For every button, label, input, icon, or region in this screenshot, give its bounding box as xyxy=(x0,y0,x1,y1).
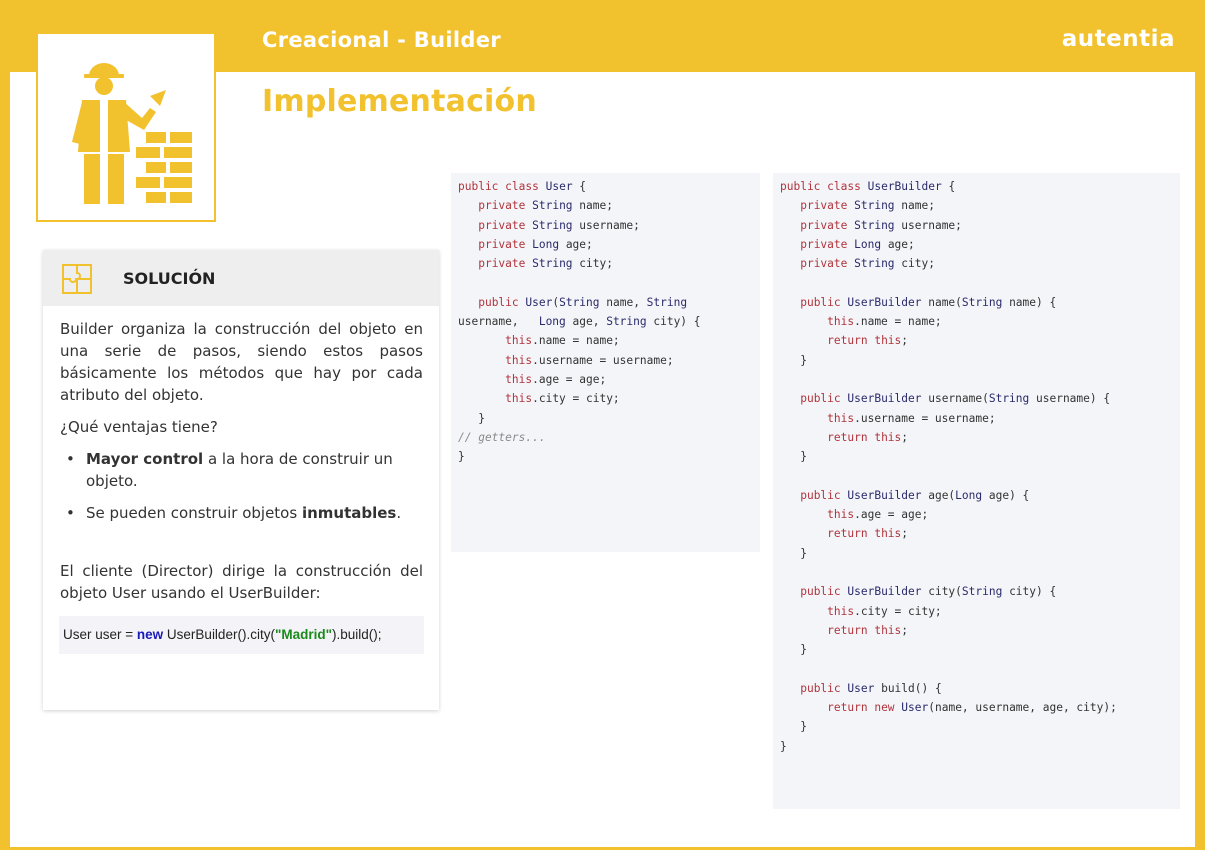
userbuilder-class-code: public class UserBuilder { private Strin… xyxy=(773,173,1180,809)
code-line: private String username; xyxy=(800,218,962,232)
brand-logo: autentia xyxy=(1061,26,1175,52)
code-line: private String city; xyxy=(800,257,935,271)
puzzle-icon xyxy=(62,264,92,294)
code-line: this.username = username; xyxy=(505,353,674,367)
list-item: • Se pueden construir objetos inmutables… xyxy=(60,502,423,524)
code-line: ​ xyxy=(773,466,1180,485)
list-item: • Mayor control a la hora de construir u… xyxy=(60,448,423,492)
code-line: // getters... xyxy=(458,430,546,444)
code-line: public class UserBuilder { xyxy=(780,180,956,193)
code-line: this.username = username; xyxy=(827,411,996,425)
builder-worker-icon xyxy=(36,32,216,222)
director-text: El cliente (Director) dirige la construc… xyxy=(60,562,423,602)
code-line: return this; xyxy=(827,527,909,541)
advantages-question: ¿Qué ventajas tiene? xyxy=(60,418,218,436)
solution-intro: Builder organiza la construcción del obj… xyxy=(60,320,423,404)
code-line: private Long age; xyxy=(800,237,915,251)
bullet-icon: • xyxy=(66,504,75,522)
code-line: public UserBuilder age(Long age) { xyxy=(800,488,1030,502)
code-string: "Madrid" xyxy=(274,627,332,642)
code-part: ).build(); xyxy=(332,627,382,642)
code-line: return this; xyxy=(827,334,909,348)
code-line: this.age = age; xyxy=(505,372,607,386)
code-line: ​ xyxy=(451,273,760,292)
solution-heading: SOLUCIÓN xyxy=(123,269,216,288)
code-line: } xyxy=(458,450,465,464)
code-line: } xyxy=(780,353,807,367)
code-line: ​ xyxy=(773,659,1180,678)
code-line: } xyxy=(780,720,807,734)
code-line: ​ xyxy=(773,563,1180,582)
slide-subtitle: Creacional - Builder xyxy=(262,28,501,52)
code-part: UserBuilder().city( xyxy=(163,627,275,642)
code-line: public UserBuilder username(String usern… xyxy=(800,392,1111,406)
bullet-bold: inmutables xyxy=(301,504,397,522)
code-line: } xyxy=(780,546,807,560)
code-line: public UserBuilder name(String name) { xyxy=(800,295,1057,309)
code-line: ​ xyxy=(773,273,1180,292)
bullet-text: Se pueden construir objetos xyxy=(86,504,302,522)
code-line: return new User(name, username, age, cit… xyxy=(827,701,1117,715)
code-line: private String name; xyxy=(478,199,613,213)
code-line: } xyxy=(458,411,485,425)
client-code-snippet: User user = new UserBuilder().city("Madr… xyxy=(59,616,424,654)
code-line: return this; xyxy=(827,623,909,637)
bullet-suffix: . xyxy=(396,504,402,522)
code-line: this.name = name; xyxy=(827,315,942,329)
code-line: private String name; xyxy=(800,199,935,213)
code-line: } xyxy=(780,643,807,657)
bullet-icon: • xyxy=(66,450,75,468)
code-line: this.name = name; xyxy=(505,334,620,348)
bullet-bold: Mayor control xyxy=(86,450,204,468)
code-line: private String username; xyxy=(478,218,640,232)
code-part: User user = xyxy=(63,627,137,642)
code-line: this.city = city; xyxy=(505,392,620,406)
code-line: public class User { xyxy=(458,180,587,193)
code-line: return this; xyxy=(827,430,909,444)
code-line: ​ xyxy=(773,370,1180,389)
code-line: this.age = age; xyxy=(827,508,929,522)
user-class-code: public class User { private String name;… xyxy=(451,173,760,552)
code-line: private Long age; xyxy=(478,237,593,251)
code-line: public User build() { xyxy=(800,681,942,695)
code-line: public User(String name, String xyxy=(478,295,688,309)
code-keyword: new xyxy=(136,627,164,642)
code-line: username, Long age, String city) { xyxy=(458,315,701,329)
code-line: } xyxy=(780,450,807,464)
code-line: public UserBuilder city(String city) { xyxy=(800,585,1057,599)
code-line: private String city; xyxy=(478,257,613,271)
solution-card: SOLUCIÓN Builder organiza la construcció… xyxy=(43,250,439,710)
slide-title: Implementación xyxy=(262,84,537,119)
solution-card-header: SOLUCIÓN xyxy=(43,250,439,306)
code-line: } xyxy=(780,739,787,753)
code-line: this.city = city; xyxy=(827,604,942,618)
